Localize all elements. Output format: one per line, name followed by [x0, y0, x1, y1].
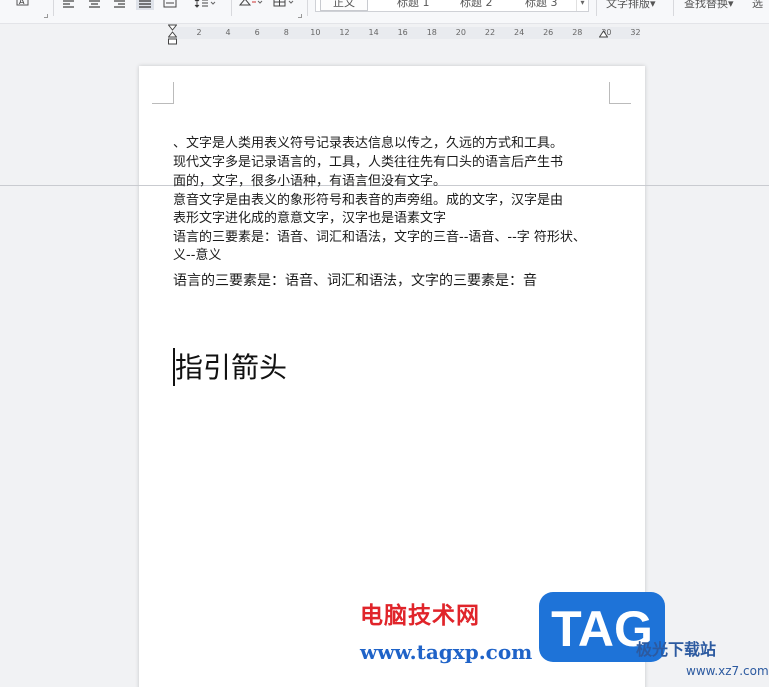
ruler-tick-label: 28 — [572, 28, 583, 37]
style-heading-1[interactable]: 标题 1 — [397, 0, 430, 11]
text-layout-button[interactable]: 文字排版▾ — [606, 0, 656, 11]
toolbar-divider — [53, 0, 54, 16]
body-text-line[interactable]: 表形文字进化成的意意文字，汉字也是语素文字 — [173, 210, 446, 227]
ruler-tick-label: 20 — [455, 28, 466, 37]
align-justify-icon[interactable] — [136, 0, 154, 10]
ruler-tick-label: 26 — [543, 28, 554, 37]
body-text-line[interactable]: 现代文字多是记录语言的，工具，人类往往先有口头的语言后产生书 — [173, 154, 563, 171]
body-text-line[interactable]: 义--意义 — [173, 247, 221, 264]
first-line-indent-marker[interactable] — [168, 24, 177, 46]
ruler-tick-label: 18 — [426, 28, 437, 37]
shading-icon[interactable] — [238, 0, 264, 9]
ribbon-toolbar: A 正文 标题 1 标题 2 标题 3 ▾ 文字排版▾ 查找替换▾ 选 — [0, 0, 769, 24]
watermark-site-url: www.xz7.com — [686, 664, 769, 678]
svg-text:A: A — [19, 0, 25, 6]
find-replace-button[interactable]: 查找替换▾ — [684, 0, 734, 11]
watermark-title: 电脑技术网 — [360, 603, 480, 629]
align-right-icon[interactable] — [113, 0, 127, 12]
font-group-expander-icon[interactable] — [44, 14, 48, 18]
crop-mark-top-left — [152, 82, 174, 104]
heading-text[interactable]: 指引箭头 — [175, 350, 287, 386]
style-heading-3[interactable]: 标题 3 — [525, 0, 558, 11]
body-text-line[interactable]: 意音文字是由表义的象形符号和表音的声旁组。成的文字，汉字是由 — [173, 192, 563, 209]
ruler-tick-label: 14 — [368, 28, 379, 37]
toolbar-divider — [307, 0, 308, 16]
right-indent-marker[interactable] — [599, 24, 608, 40]
watermark-url: www.tagxp.com — [360, 640, 533, 664]
crop-mark-top-right — [609, 82, 631, 104]
body-text-line[interactable]: 面的，文字，很多小语种，有语言但没有文字。 — [173, 173, 446, 190]
chevron-down-icon: ▾ — [650, 0, 656, 10]
ruler-tick-label: 24 — [514, 28, 525, 37]
ruler-tick-label: 10 — [310, 28, 321, 37]
watermark-site-name: 极光下载站 — [636, 640, 717, 659]
body-text-line[interactable]: 、文字是人类用表义符号记录表达信息以传之，久远的方式和工具。 — [173, 135, 563, 152]
style-gallery: 正文 标题 1 标题 2 标题 3 ▾ — [315, 0, 589, 12]
find-replace-label: 查找替换 — [684, 0, 728, 10]
gallery-scroll-down-icon[interactable]: ▾ — [576, 0, 588, 11]
ruler-tick-label: 4 — [225, 28, 231, 37]
select-label: 选 — [752, 0, 763, 10]
ruler-tick-label: 6 — [254, 28, 260, 37]
toolbar-divider — [596, 0, 597, 16]
distributed-align-icon[interactable] — [163, 0, 177, 10]
body-text-line-large[interactable]: 语言的三要素是：语音、词汇和语法，文字的三要素是：音 — [173, 273, 537, 290]
ruler-tick-label: 32 — [630, 28, 641, 37]
toolbar-divider — [231, 0, 232, 16]
ruler-tick-label: 8 — [283, 28, 289, 37]
line-spacing-icon[interactable] — [194, 0, 216, 10]
style-heading-2[interactable]: 标题 2 — [460, 0, 493, 11]
horizontal-ruler[interactable]: 2 4 6 8 10 12 14 16 18 20 22 24 26 28 30 32 — [174, 27, 641, 39]
style-normal[interactable]: 正文 — [320, 0, 368, 11]
text-layout-label: 文字排版 — [606, 0, 650, 10]
ruler-tick-label: 16 — [397, 28, 408, 37]
chevron-down-icon: ▾ — [728, 0, 734, 10]
toolbar-divider — [673, 0, 674, 16]
paragraph-group-expander-icon[interactable] — [298, 14, 302, 18]
font-color-icon[interactable]: A — [16, 0, 30, 8]
ruler-tick-label: 12 — [339, 28, 350, 37]
align-left-icon[interactable] — [62, 0, 76, 12]
align-center-icon[interactable] — [88, 0, 102, 12]
body-text-line[interactable]: 语言的三要素是：语音、词汇和语法，文字的三音--语音、--字 符形状、 — [173, 229, 586, 246]
ruler-tick-label: 22 — [484, 28, 496, 37]
borders-icon[interactable] — [273, 0, 299, 9]
select-button[interactable]: 选 — [752, 0, 763, 11]
ruler-tick-label: 2 — [196, 28, 202, 37]
